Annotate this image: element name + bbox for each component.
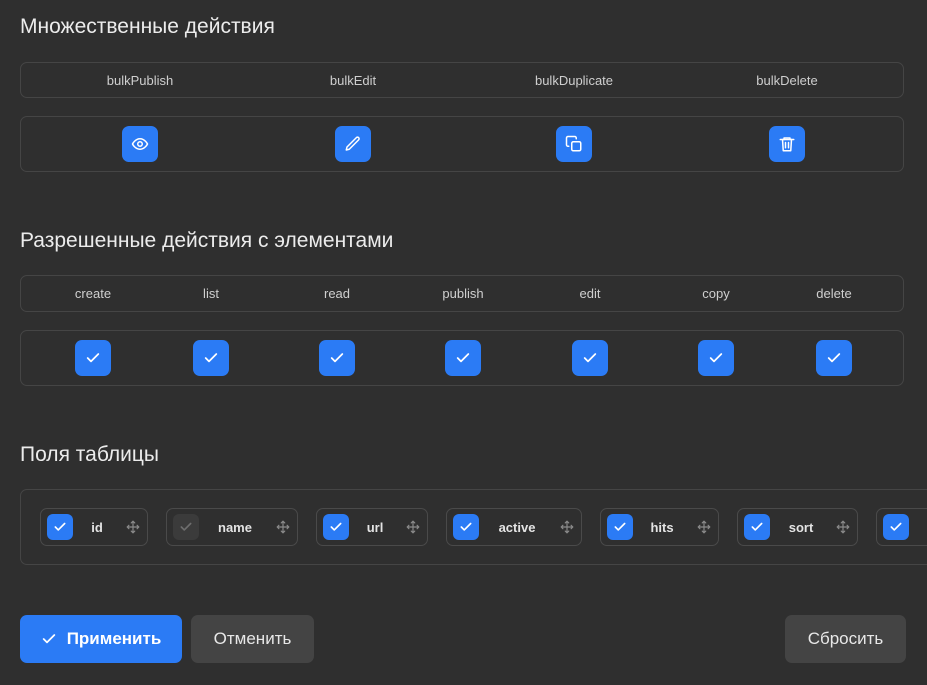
field-label: active	[498, 520, 536, 535]
permission-list-checkbox[interactable]	[193, 340, 229, 376]
field-label: url	[366, 520, 384, 535]
permission-edit-checkbox[interactable]	[572, 340, 608, 376]
check-icon	[890, 522, 902, 531]
check-icon	[180, 522, 192, 531]
drag-handle-icon[interactable]	[126, 520, 140, 534]
field-chip-active[interactable]: active	[446, 508, 582, 546]
check-icon	[204, 353, 218, 363]
header-list: list	[203, 286, 219, 301]
field-partial-checkbox[interactable]	[883, 514, 909, 540]
check-icon	[42, 634, 55, 644]
trash-icon	[779, 137, 795, 152]
field-sort-checkbox[interactable]	[744, 514, 770, 540]
header-publish: publish	[442, 286, 484, 301]
eye-icon	[131, 138, 149, 150]
field-label: hits	[650, 520, 674, 535]
permission-publish-checkbox[interactable]	[445, 340, 481, 376]
header-read: read	[323, 286, 351, 301]
header-bulk-duplicate: bulkDuplicate	[534, 72, 614, 88]
bulk-actions-header-row: bulkPublish bulkEdit bulkDuplicate bulkD…	[20, 62, 904, 98]
field-hits-checkbox[interactable]	[607, 514, 633, 540]
permissions-title: Разрешенные действия с элементами	[20, 229, 394, 252]
header-bulk-publish: bulkPublish	[106, 72, 174, 88]
permission-create-checkbox[interactable]	[75, 340, 111, 376]
apply-button[interactable]: Применить	[20, 615, 182, 663]
field-chip-hits[interactable]: hits	[600, 508, 719, 546]
field-label: sort	[788, 520, 814, 535]
header-bulk-delete: bulkDelete	[756, 72, 818, 88]
permissions-header-row: create list read publish edit copy delet…	[20, 275, 904, 312]
check-icon	[330, 353, 344, 363]
cancel-button-label: Отменить	[213, 629, 292, 648]
field-label: name	[218, 520, 252, 535]
check-icon	[456, 353, 470, 363]
permission-read-checkbox[interactable]	[319, 340, 355, 376]
drag-handle-icon[interactable]	[836, 520, 850, 534]
field-name-checkbox[interactable]	[173, 514, 199, 540]
copy-icon	[565, 135, 582, 152]
drag-handle-icon[interactable]	[406, 520, 420, 534]
bulk-publish-button[interactable]	[122, 126, 158, 162]
check-icon	[751, 522, 763, 531]
table-fields-list: id name url active hits sort	[20, 489, 927, 565]
field-chip-partial[interactable]	[876, 508, 927, 546]
pencil-icon	[345, 136, 360, 151]
drag-handle-icon[interactable]	[697, 520, 711, 534]
check-icon	[614, 522, 626, 531]
field-chip-url[interactable]: url	[316, 508, 428, 546]
cancel-button[interactable]: Отменить	[191, 615, 314, 663]
header-bulk-edit: bulkEdit	[329, 72, 377, 88]
check-icon	[460, 522, 472, 531]
permission-copy-checkbox[interactable]	[698, 340, 734, 376]
settings-panel: Множественные действия bulkPublish bulkE…	[0, 0, 927, 685]
bulk-edit-button[interactable]	[335, 126, 371, 162]
field-url-checkbox[interactable]	[323, 514, 349, 540]
field-id-checkbox[interactable]	[47, 514, 73, 540]
apply-button-label: Применить	[66, 629, 162, 648]
check-icon	[709, 353, 723, 363]
check-icon	[54, 522, 66, 531]
reset-button[interactable]: Сбросить	[785, 615, 906, 663]
header-copy: copy	[702, 286, 730, 301]
field-chip-sort[interactable]: sort	[737, 508, 858, 546]
header-create: create	[74, 286, 112, 301]
field-active-checkbox[interactable]	[453, 514, 479, 540]
permissions-checkbox-row	[20, 330, 904, 386]
bulk-delete-button[interactable]	[769, 126, 805, 162]
check-icon	[583, 353, 597, 363]
table-fields-title: Поля таблицы	[20, 443, 160, 466]
header-edit: edit	[579, 286, 601, 301]
bulk-actions-title: Множественные действия	[20, 15, 275, 38]
permission-delete-checkbox[interactable]	[816, 340, 852, 376]
field-chip-name[interactable]: name	[166, 508, 298, 546]
header-delete: delete	[816, 286, 852, 301]
drag-handle-icon[interactable]	[560, 520, 574, 534]
field-chip-id[interactable]: id	[40, 508, 148, 546]
check-icon	[827, 353, 841, 363]
field-label: id	[91, 520, 103, 535]
reset-button-label: Сбросить	[807, 629, 884, 648]
bulk-actions-row	[20, 116, 904, 172]
bulk-duplicate-button[interactable]	[556, 126, 592, 162]
check-icon	[330, 522, 342, 531]
drag-handle-icon[interactable]	[276, 520, 290, 534]
check-icon	[86, 353, 100, 363]
